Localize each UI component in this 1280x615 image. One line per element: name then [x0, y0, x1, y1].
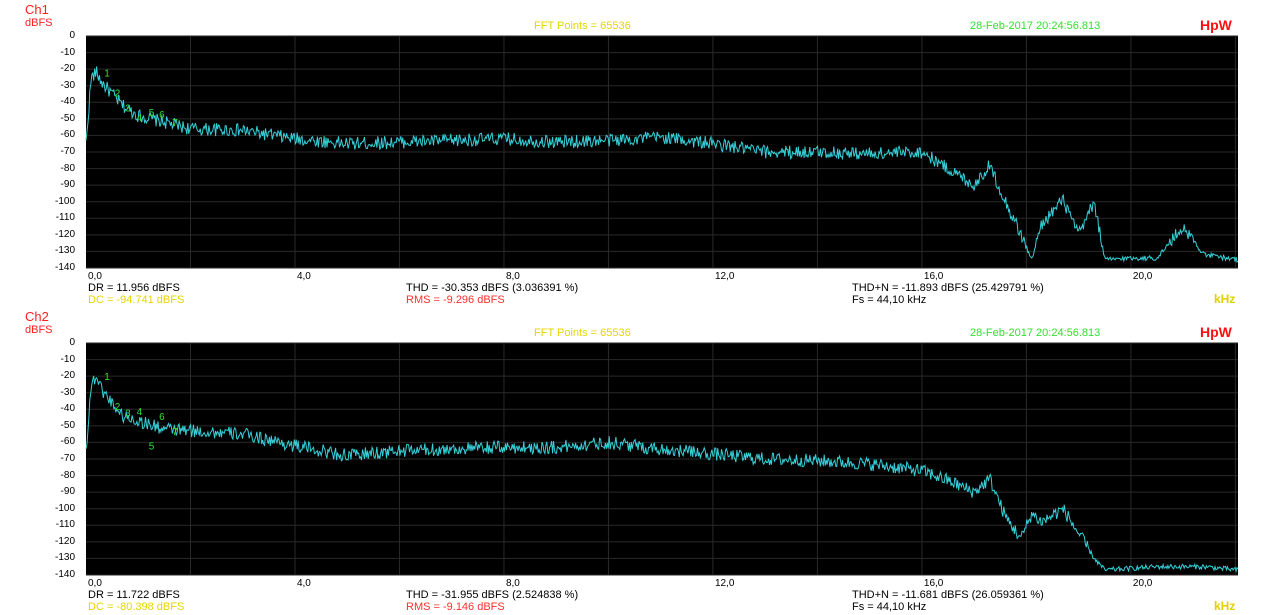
panel-ch2: Ch2 dBFS FFT Points = 65536 28-Feb-2017 … [0, 307, 1280, 614]
x-tick-label: 16,0 [923, 271, 944, 282]
harmonic-marker-4: 4 [137, 113, 143, 124]
harmonic-marker-6: 6 [159, 412, 165, 423]
x-tick-label: 20,0 [1132, 578, 1153, 589]
thd-stat: THD = -30.353 dBFS (3.036391 %) [406, 282, 579, 294]
unit-label: dBFS [25, 17, 53, 29]
y-tick-label: -10 [60, 46, 75, 58]
y-tick-label: -110 [55, 519, 75, 531]
harmonic-marker-5: 5 [149, 108, 155, 119]
y-tick-label: -30 [60, 79, 75, 91]
y-tick-label: -90 [60, 179, 75, 191]
y-tick-label: -80 [60, 469, 75, 481]
dr-stat: DR = 11.722 dBFS [88, 589, 180, 601]
dc-stat: DC = -80.398 dBFS [88, 601, 185, 613]
y-tick-label: -100 [54, 195, 75, 207]
channel-label: Ch2 [25, 309, 49, 324]
y-tick-label: -140 [54, 569, 75, 580]
y-tick-label: -70 [60, 146, 75, 157]
y-tick-label: -40 [60, 96, 75, 108]
harmonic-marker-3: 3 [125, 103, 131, 114]
x-unit-label: kHz [1214, 292, 1236, 306]
harmonic-marker-1: 1 [104, 68, 110, 79]
fft-points-label: FFT Points = 65536 [534, 20, 631, 32]
y-tick-label: -20 [60, 63, 75, 75]
x-tick-label: 0,0 [88, 578, 102, 589]
thdn-stat: THD+N = -11.681 dBFS (26.059361 %) [852, 589, 1044, 601]
thd-stat: THD = -31.955 dBFS (2.524838 %) [406, 589, 579, 601]
dc-stat: DC = -94.741 dBFS [88, 294, 185, 306]
y-tick-label: -110 [55, 212, 75, 224]
y-tick-label: -60 [60, 436, 75, 448]
harmonic-marker-7: 7 [172, 427, 178, 438]
panel-ch1: Ch1 dBFS FFT Points = 65536 28-Feb-2017 … [0, 0, 1280, 307]
y-tick-label: 0 [69, 337, 75, 348]
brand-logo: HpW [1200, 324, 1232, 340]
y-tick-label: -90 [60, 486, 75, 498]
timestamp-label: 28-Feb-2017 20:24:56.813 [970, 20, 1101, 32]
y-tick-label: -50 [60, 112, 75, 124]
unit-label: dBFS [25, 324, 53, 336]
x-tick-label: 16,0 [923, 578, 944, 589]
y-tick-label: -100 [54, 502, 75, 514]
harmonic-marker-7: 7 [172, 118, 178, 129]
x-tick-label: 4,0 [296, 578, 311, 589]
y-tick-label: -130 [54, 245, 75, 257]
x-tick-label: 0,0 [88, 271, 102, 282]
y-tick-label: -120 [54, 535, 75, 547]
y-tick-label: -30 [60, 386, 75, 398]
x-tick-label: 8,0 [505, 271, 520, 282]
plot-area: 1234567 [85, 35, 1239, 269]
harmonic-marker-5: 5 [149, 442, 155, 453]
y-tick-label: -80 [60, 162, 75, 174]
y-tick-label: -40 [60, 403, 75, 415]
y-tick-label: -60 [60, 129, 75, 141]
fs-stat: Fs = 44,10 kHz [852, 294, 927, 306]
y-tick-label: -140 [54, 262, 75, 273]
channel-label: Ch1 [25, 2, 49, 17]
harmonic-marker-3: 3 [125, 409, 131, 420]
harmonic-marker-6: 6 [159, 110, 165, 121]
y-tick-label: -70 [60, 453, 75, 464]
timestamp-label: 28-Feb-2017 20:24:56.813 [970, 327, 1101, 339]
fs-stat: Fs = 44,10 kHz [852, 601, 927, 613]
x-tick-label: 12,0 [714, 578, 735, 589]
thdn-stat: THD+N = -11.893 dBFS (25.429791 %) [852, 282, 1044, 294]
harmonic-marker-2: 2 [115, 402, 121, 413]
y-tick-label: -10 [60, 353, 75, 365]
x-unit-label: kHz [1214, 599, 1236, 613]
y-tick-label: 0 [69, 30, 75, 41]
brand-logo: HpW [1200, 17, 1232, 33]
harmonic-marker-1: 1 [104, 372, 110, 383]
x-tick-label: 8,0 [505, 578, 520, 589]
fft-points-label: FFT Points = 65536 [534, 327, 631, 339]
x-tick-label: 12,0 [714, 271, 735, 282]
harmonic-marker-2: 2 [115, 88, 121, 99]
plot-area: 1 234 5 67 [85, 342, 1239, 576]
y-tick-label: -120 [54, 228, 75, 240]
y-tick-label: -130 [54, 552, 75, 564]
harmonic-marker-4: 4 [137, 407, 143, 418]
rms-stat: RMS = -9.296 dBFS [406, 294, 505, 306]
rms-stat: RMS = -9.146 dBFS [406, 601, 505, 613]
y-tick-label: -20 [60, 370, 75, 382]
y-tick-label: -50 [60, 419, 75, 431]
x-tick-label: 4,0 [296, 271, 311, 282]
x-tick-label: 20,0 [1132, 271, 1153, 282]
dr-stat: DR = 11.956 dBFS [88, 282, 180, 294]
